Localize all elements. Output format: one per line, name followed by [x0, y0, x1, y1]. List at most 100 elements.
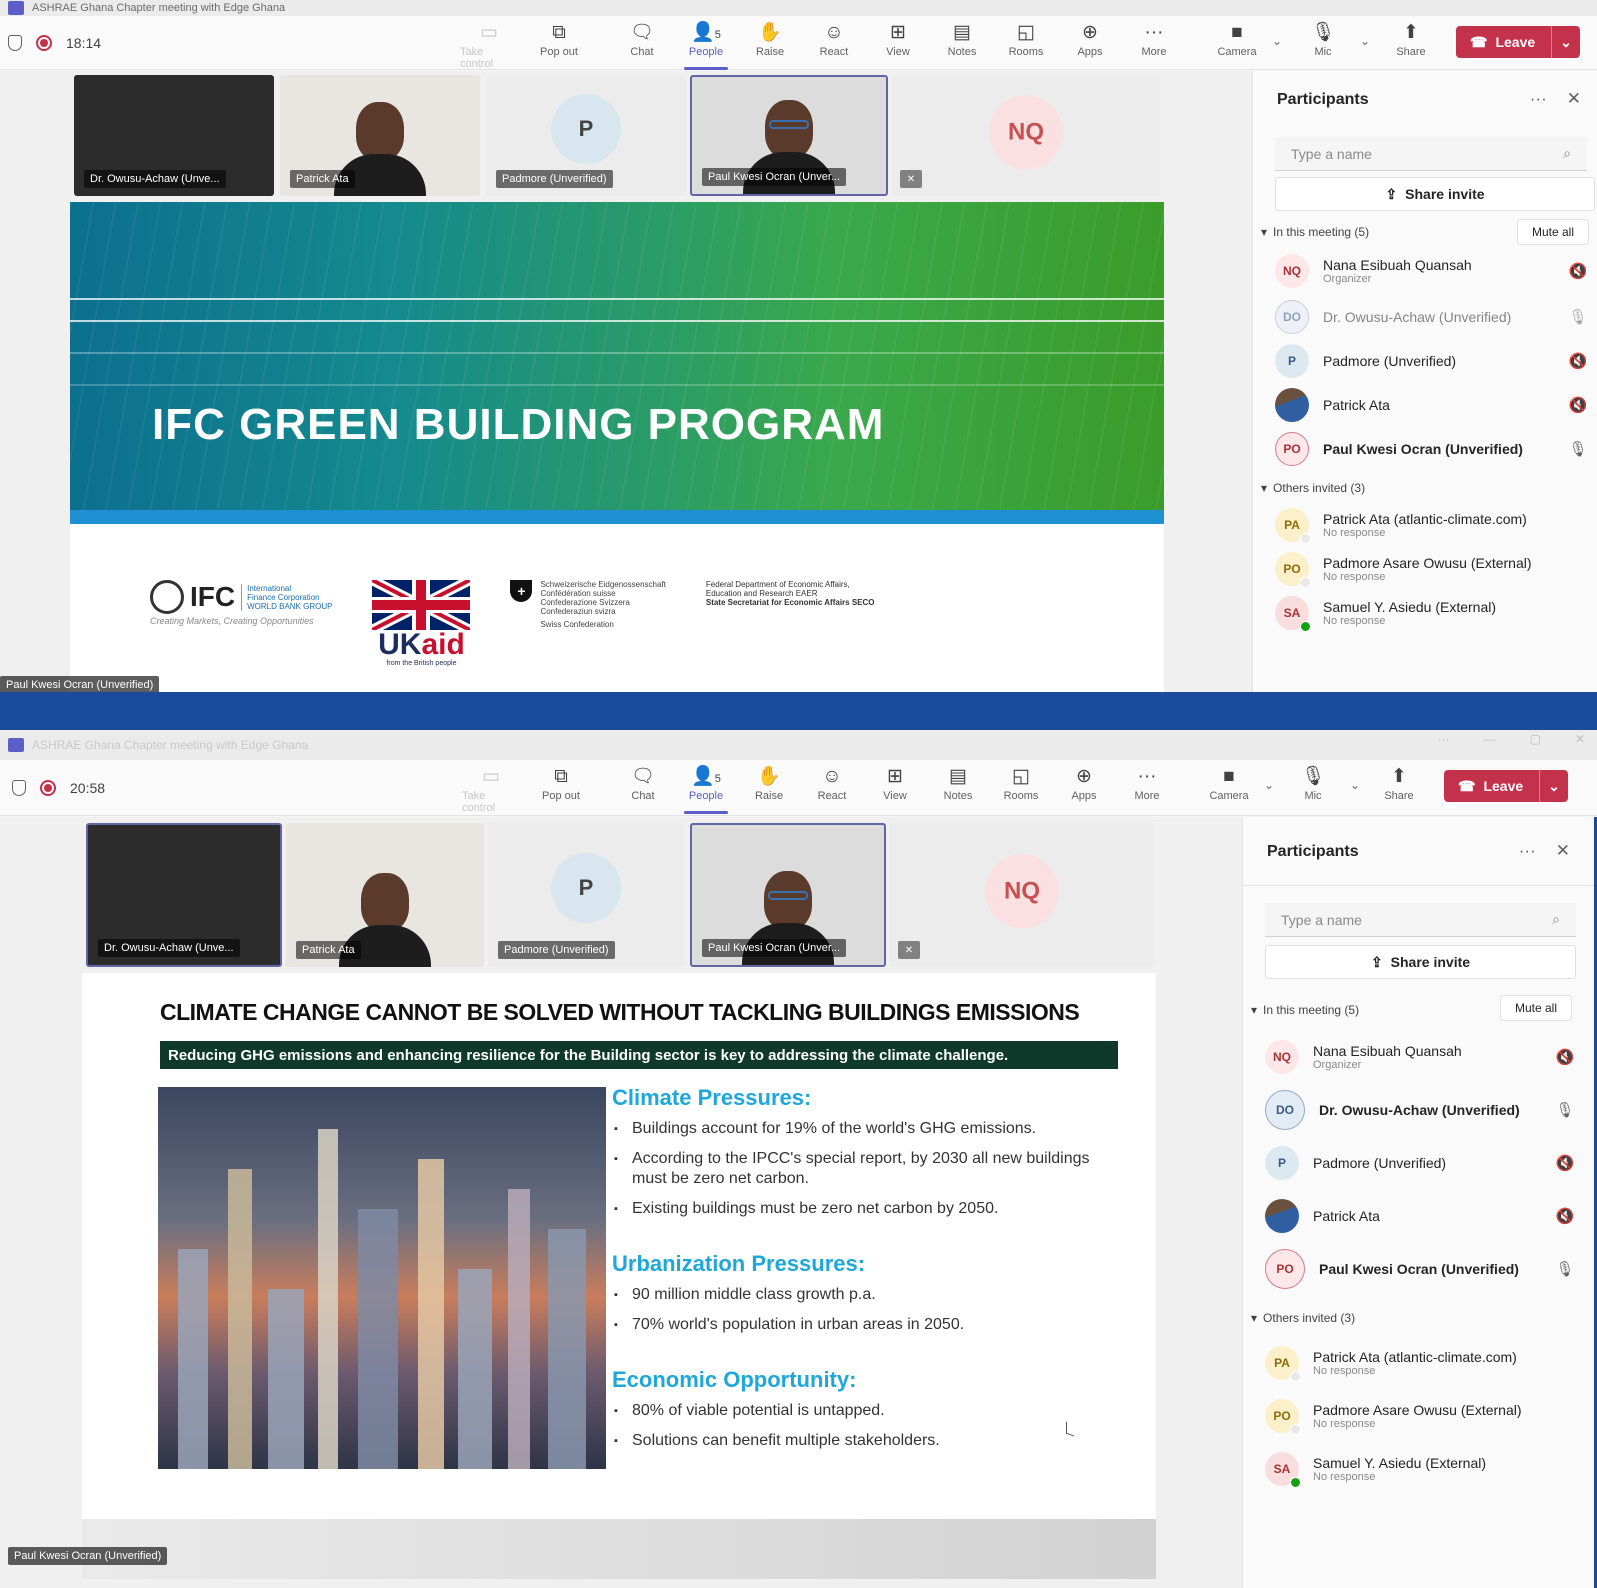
participant-row[interactable]: DO Dr. Owusu-Achaw (Unverified) 🎙	[1275, 295, 1589, 339]
chat-button[interactable]: 🗨 Chat	[613, 22, 671, 58]
invited-row[interactable]: PO Padmore Asare Owusu (External) No respo…	[1275, 547, 1589, 591]
participant-row[interactable]: NQ Nana Esibuah Quansah Organizer 🔇	[1265, 1035, 1576, 1079]
close-icon[interactable]: ✕	[1567, 89, 1581, 109]
view-button[interactable]: ⊞ View	[866, 766, 924, 802]
chat-button[interactable]: 🗨 Chat	[614, 766, 672, 802]
no-response-badge-icon	[1300, 577, 1311, 588]
notes-button[interactable]: ▤ Notes	[929, 766, 987, 802]
participant-row[interactable]: PO Paul Kwesi Ocran (Unverified) 🎙	[1275, 427, 1589, 471]
invited-row[interactable]: SA Samuel Y. Asiedu (External) No response	[1275, 591, 1589, 635]
rooms-button[interactable]: ◱ Rooms	[997, 22, 1055, 58]
leave-button[interactable]: ☎ Leave ⌄	[1444, 770, 1568, 802]
share-button[interactable]: ⬆ Share	[1382, 22, 1440, 58]
video-tile-patrick-ata[interactable]: Patrick Ata	[286, 823, 484, 967]
participant-row[interactable]: P Padmore (Unverified) 🔇	[1275, 339, 1589, 383]
invited-row[interactable]: PO Padmore Asare Owusu (External) No respo…	[1265, 1394, 1576, 1438]
share-invite-button[interactable]: ⇪ Share invite	[1275, 177, 1595, 211]
video-tile-padmore[interactable]: P Padmore (Unverified)	[488, 823, 684, 967]
video-tile-paul-kwesi-ocran[interactable]: Paul Kwesi Ocran (Unver...	[690, 823, 886, 967]
participant-row[interactable]: PO Paul Kwesi Ocran (Unverified) 🎙	[1265, 1247, 1576, 1291]
camera-button[interactable]: ■ Camera	[1208, 22, 1266, 58]
view-button[interactable]: ⊞ View	[869, 22, 927, 58]
more-options-icon[interactable]: ···	[1530, 89, 1547, 109]
render-artifact-line	[70, 320, 1164, 322]
react-button[interactable]: ☺ React	[803, 766, 861, 802]
mic-muted-icon: ✕	[898, 941, 920, 959]
people-button[interactable]: 👤5 People	[677, 22, 735, 70]
in-meeting-section-toggle[interactable]: ▾ In this meeting (5)	[1261, 225, 1369, 239]
mic-button[interactable]: 🎙 Mic	[1294, 22, 1352, 58]
others-invited-section-toggle[interactable]: ▾ Others invited (3)	[1251, 1311, 1355, 1325]
raise-hand-button[interactable]: ✋ Raise	[740, 766, 798, 802]
active-speaker-label: Paul Kwesi Ocran (Unverified)	[8, 1547, 168, 1565]
leave-options-chevron-icon[interactable]: ⌄	[1551, 26, 1580, 58]
pop-out-button[interactable]: ⧉ Pop out	[530, 22, 588, 58]
mic-off-icon: 🎙	[1300, 766, 1326, 787]
hand-icon: ✋	[757, 766, 781, 787]
mouse-cursor-icon	[1066, 1421, 1074, 1437]
notes-icon: ▤	[949, 766, 967, 787]
more-icon[interactable]: ···	[1438, 732, 1450, 746]
others-invited-section-toggle[interactable]: ▾ Others invited (3)	[1261, 481, 1365, 495]
mute-all-button[interactable]: Mute all	[1516, 219, 1589, 245]
maximize-icon[interactable]: ▢	[1530, 732, 1541, 746]
close-icon[interactable]: ✕	[1556, 841, 1570, 861]
apps-button[interactable]: ⊕ Apps	[1055, 766, 1113, 802]
camera-button[interactable]: ■ Camera	[1200, 766, 1258, 802]
participant-row[interactable]: NQ Nana Esibuah Quansah Organizer 🔇	[1275, 249, 1589, 293]
video-tile-owusu-achaw[interactable]: Dr. Owusu-Achaw (Unve...	[74, 75, 274, 196]
video-tile-patrick-ata[interactable]: Patrick Ata	[280, 75, 480, 196]
close-window-icon[interactable]: ✕	[1575, 732, 1585, 746]
take-control-button[interactable]: ▭ Take control	[460, 22, 518, 70]
participant-row[interactable]: P Padmore (Unverified) 🔇	[1265, 1141, 1576, 1185]
invited-row[interactable]: PA Patrick Ata (atlantic-climate.com) No r…	[1275, 503, 1589, 547]
pop-out-icon: ⧉	[554, 766, 568, 787]
bullet-item: Buildings account for 19% of the world's…	[614, 1119, 1092, 1139]
apps-button[interactable]: ⊕ Apps	[1061, 22, 1119, 58]
tile-name: Paul Kwesi Ocran (Unver...	[702, 939, 847, 957]
raise-hand-button[interactable]: ✋ Raise	[741, 22, 799, 58]
mic-options-chevron-icon[interactable]: ⌄	[1350, 778, 1360, 792]
rooms-button[interactable]: ◱ Rooms	[992, 766, 1050, 802]
camera-options-chevron-icon[interactable]: ⌄	[1264, 778, 1274, 792]
invited-row[interactable]: PA Patrick Ata (atlantic-climate.com) No r…	[1265, 1341, 1576, 1385]
tile-name: Dr. Owusu-Achaw (Unve...	[98, 939, 240, 957]
avatar: P	[551, 93, 621, 164]
mic-button[interactable]: 🎙 Mic	[1284, 766, 1342, 802]
in-meeting-section-toggle[interactable]: ▾ In this meeting (5)	[1251, 1003, 1359, 1017]
video-tile-paul-kwesi-ocran[interactable]: Paul Kwesi Ocran (Unver...	[690, 75, 888, 196]
react-button[interactable]: ☺ React	[805, 22, 863, 58]
invited-row[interactable]: SA Samuel Y. Asiedu (External) No response	[1265, 1447, 1576, 1491]
share-invite-button[interactable]: ⇪ Share invite	[1265, 945, 1576, 979]
mute-all-button[interactable]: Mute all	[1499, 995, 1572, 1021]
mic-options-chevron-icon[interactable]: ⌄	[1360, 34, 1370, 48]
search-input[interactable]: Type a name ⌕	[1265, 903, 1576, 937]
participant-row[interactable]: Patrick Ata 🔇	[1275, 383, 1589, 427]
video-tile-padmore[interactable]: P Padmore (Unverified)	[486, 75, 686, 196]
meeting-toolbar: 18:14 ▭ Take control ⧉ Pop out 🗨 Chat 👤5 Peo…	[0, 16, 1597, 70]
leave-button[interactable]: ☎ Leave ⌄	[1456, 26, 1580, 58]
people-button[interactable]: 👤5 People	[677, 766, 735, 814]
take-control-button[interactable]: ▭ Take control	[462, 766, 520, 814]
camera-options-chevron-icon[interactable]: ⌄	[1272, 34, 1282, 48]
avatar: DO	[1275, 300, 1309, 334]
search-input[interactable]: Type a name ⌕	[1275, 137, 1587, 171]
share-button[interactable]: ⬆ Share	[1370, 766, 1428, 802]
participant-row[interactable]: Patrick Ata 🔇	[1265, 1194, 1576, 1238]
pop-out-button[interactable]: ⧉ Pop out	[532, 766, 590, 802]
minimize-icon[interactable]: —	[1484, 732, 1496, 746]
share-icon: ⬆	[1391, 766, 1407, 787]
video-tile-owusu-achaw[interactable]: Dr. Owusu-Achaw (Unve...	[86, 823, 282, 967]
take-control-icon: ▭	[482, 766, 500, 787]
more-options-icon[interactable]: ···	[1519, 841, 1536, 861]
video-tile-nana-quansah[interactable]: NQ ✕	[890, 823, 1154, 967]
video-tile-nana-quansah[interactable]: NQ ✕	[892, 75, 1160, 196]
more-button[interactable]: ··· More	[1118, 766, 1176, 802]
notes-button[interactable]: ▤ Notes	[933, 22, 991, 58]
no-response-badge-icon	[1290, 1371, 1301, 1382]
tile-name: Dr. Owusu-Achaw (Unve...	[84, 170, 226, 188]
leave-options-chevron-icon[interactable]: ⌄	[1539, 770, 1568, 802]
participant-row[interactable]: DO Dr. Owusu-Achaw (Unverified) 🎙	[1265, 1088, 1576, 1132]
more-button[interactable]: ··· More	[1125, 22, 1183, 58]
bullet-item: Existing buildings must be zero net carb…	[614, 1199, 1092, 1219]
